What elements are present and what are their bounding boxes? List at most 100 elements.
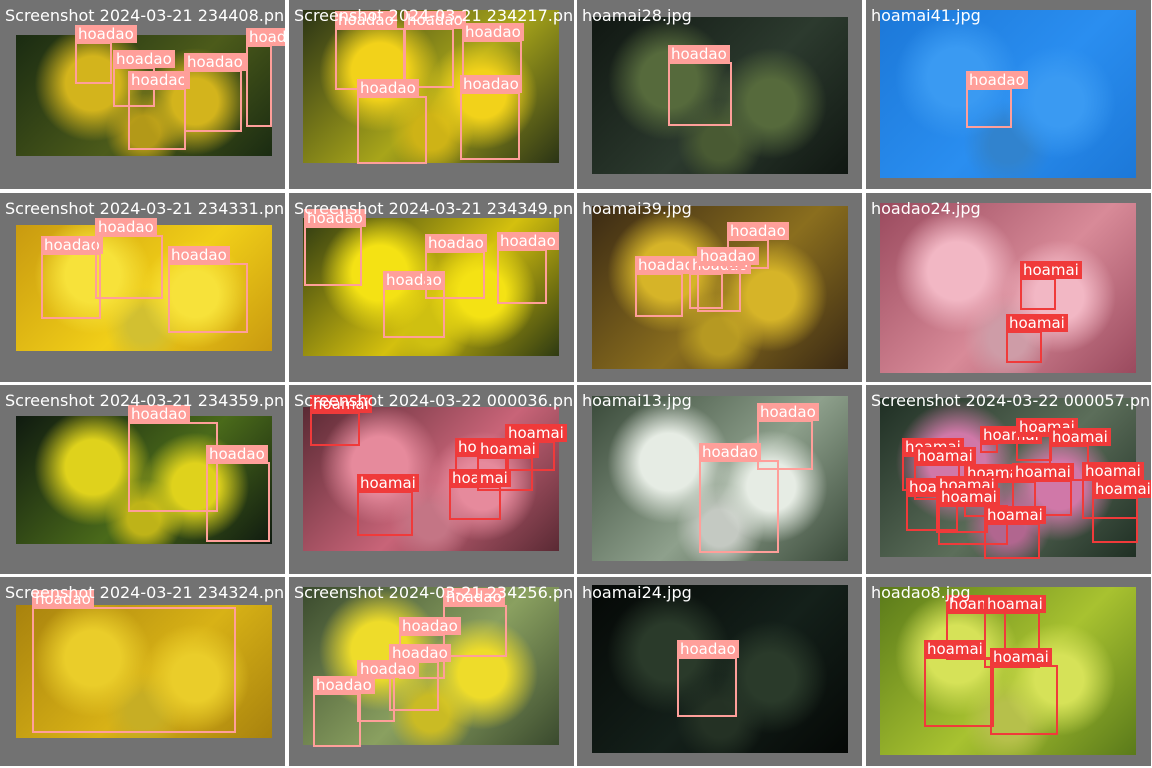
bounding-box: hoadao bbox=[128, 405, 218, 512]
result-tile: hoadao hoadao hoadao hoadao Screenshot 2024-… bbox=[289, 193, 574, 382]
bounding-box: hoadao bbox=[184, 53, 246, 132]
class-label: hoadao bbox=[246, 28, 285, 46]
result-tile: hoamai hoamai hoamai hoamai hoamai hoamai hoam… bbox=[866, 385, 1151, 574]
bounding-box: hoadao bbox=[206, 445, 270, 542]
class-label: hoadao bbox=[95, 218, 157, 236]
image-filename: hoadao8.jpg bbox=[871, 583, 971, 602]
bounding-box: hoadao bbox=[497, 232, 559, 304]
image-filename: Screenshot 2024-03-21 234331.png bbox=[5, 199, 285, 218]
class-label: hoadao bbox=[699, 443, 761, 461]
bounding-box: hoadao bbox=[635, 256, 697, 317]
class-label: hoamai bbox=[357, 474, 419, 492]
class-label: hoamai bbox=[984, 595, 1046, 613]
class-label: hoadao bbox=[668, 45, 730, 63]
image-filename: Screenshot 2024-03-21 234256.png bbox=[294, 583, 574, 602]
result-tile: hoadao hoamai41.jpg bbox=[866, 0, 1151, 189]
class-label: hoadao bbox=[425, 234, 487, 252]
image-filename: hoamai28.jpg bbox=[582, 6, 692, 25]
bounding-box: hoadao bbox=[313, 676, 375, 747]
class-label: hoamai bbox=[1012, 463, 1074, 481]
bounding-box: hoadao bbox=[668, 45, 732, 126]
class-label: hoadao bbox=[113, 50, 175, 68]
result-tile: hoadaohoadaohoadaohoadaohoadaoScreenshot… bbox=[289, 0, 574, 189]
bounding-box: hoamai bbox=[924, 640, 994, 727]
image-filename: Screenshot 2024-03-21 234217.png bbox=[294, 6, 574, 25]
bounding-box: hoamai bbox=[310, 395, 372, 446]
bounding-box: hoadao bbox=[699, 443, 779, 553]
result-tile: hoadaohoadaohoadaohoadaohoadaoScreenshot… bbox=[289, 577, 574, 766]
bounding-box: hoadao bbox=[95, 218, 163, 299]
image-filename: Screenshot 2024-03-21 234408.png bbox=[5, 6, 285, 25]
class-label: hoadao bbox=[635, 256, 697, 274]
image-filename: Screenshot 2024-03-22 000057.png bbox=[871, 391, 1151, 410]
class-label: hoadao bbox=[357, 79, 419, 97]
result-tile: hoadao Screenshot 2024-03-21 234324.png bbox=[0, 577, 285, 766]
class-label: hoamai bbox=[477, 440, 539, 458]
class-label: hoamai bbox=[1006, 314, 1068, 332]
bounding-box: hoadao bbox=[462, 23, 524, 80]
bounding-box: hoadao bbox=[425, 234, 487, 299]
bounding-box: hoamai bbox=[1020, 261, 1082, 310]
bounding-box: hoamai bbox=[984, 506, 1046, 559]
image-filename: hoamai24.jpg bbox=[582, 583, 692, 602]
class-label: hoamai bbox=[1082, 462, 1144, 480]
image-filename: hoamai41.jpg bbox=[871, 6, 981, 25]
class-label: hoadao bbox=[460, 75, 522, 93]
bounding-box: hoamai bbox=[1092, 480, 1151, 543]
result-tile: hoamai hoamai hoadao24.jpg bbox=[866, 193, 1151, 382]
bounding-box: hoadao bbox=[128, 71, 190, 150]
bounding-box: hoadao bbox=[460, 75, 522, 160]
class-label: hoadao bbox=[41, 236, 103, 254]
result-tile: hoadao hoadao Screenshot 2024-03-21 234359… bbox=[0, 385, 285, 574]
result-tile: hoadao hoadao hoadao hoadao hoamai39.jpg bbox=[577, 193, 862, 382]
bounding-box: hoamai bbox=[1016, 418, 1078, 461]
result-tile: hoadao hoadao hoadao Screenshot 2024-03-21 … bbox=[0, 193, 285, 382]
image-filename: Screenshot 2024-03-22 000036.png bbox=[294, 391, 574, 410]
bounding-box: hoamai bbox=[990, 648, 1058, 735]
bounding-box: hoadao bbox=[757, 403, 819, 470]
result-tile: hoadao hoamai24.jpg bbox=[577, 577, 862, 766]
bounding-box: hoamai bbox=[980, 426, 1042, 453]
bounding-box: hoadao bbox=[168, 246, 248, 333]
image-filename: hoamai39.jpg bbox=[582, 199, 692, 218]
class-label: hoadao bbox=[313, 676, 375, 694]
bounding-box: hoadao bbox=[966, 71, 1028, 128]
class-label: hoadao bbox=[399, 617, 461, 635]
bounding-box: hoamai bbox=[477, 440, 539, 491]
class-label: hoamai bbox=[1020, 261, 1082, 279]
bounding-box: hoadao bbox=[677, 640, 739, 717]
bounding-box: hoadao bbox=[75, 25, 137, 84]
class-label: hoadao bbox=[75, 25, 137, 43]
result-tile: hoadao hoamai28.jpg bbox=[577, 0, 862, 189]
image-filename: Screenshot 2024-03-21 234324.png bbox=[5, 583, 285, 602]
class-label: hoamai bbox=[984, 506, 1046, 524]
class-label: hoadao bbox=[757, 403, 819, 421]
class-label: hoadao bbox=[677, 640, 739, 658]
bounding-box: hoadao bbox=[357, 79, 427, 164]
class-label: hoamai bbox=[938, 488, 1000, 506]
class-label: hoadao bbox=[497, 232, 559, 250]
class-label: hoadao bbox=[128, 71, 190, 89]
result-tile: hoamaihoamaihoamaihoamaihoamaihoamaiScre… bbox=[289, 385, 574, 574]
result-tile: hoadao hoadao hoamai13.jpg bbox=[577, 385, 862, 574]
result-tile: hoamai hoamai hoamai hoamai hoadao8.jpg bbox=[866, 577, 1151, 766]
class-label: hoamai bbox=[990, 648, 1052, 666]
bounding-box: hoamai bbox=[357, 474, 419, 536]
class-label: hoadao bbox=[206, 445, 268, 463]
class-label: hoadao bbox=[966, 71, 1028, 89]
bounding-box: hoamai bbox=[1006, 314, 1068, 363]
class-label: hoamai bbox=[924, 640, 986, 658]
result-tile: hoadaohoadaohoadaohoadaohoadaoScreenshot… bbox=[0, 0, 285, 189]
image-filename: Screenshot 2024-03-21 234359.png bbox=[5, 391, 285, 410]
class-label: hoamai bbox=[1049, 428, 1111, 446]
bounding-box: hoadao bbox=[41, 236, 103, 319]
class-label: hoamai bbox=[914, 447, 976, 465]
detection-results-grid: hoadaohoadaohoadaohoadaohoadaoScreenshot… bbox=[0, 0, 1152, 768]
image-filename: Screenshot 2024-03-21 234349.png bbox=[294, 199, 574, 218]
class-label: hoadao bbox=[697, 247, 759, 265]
class-label: hoadao bbox=[184, 53, 246, 71]
bounding-box: hoamai bbox=[449, 469, 511, 520]
bounding-box: hoadao bbox=[246, 28, 285, 127]
class-label: hoadao bbox=[727, 222, 789, 240]
class-label: hoadao bbox=[462, 23, 524, 41]
